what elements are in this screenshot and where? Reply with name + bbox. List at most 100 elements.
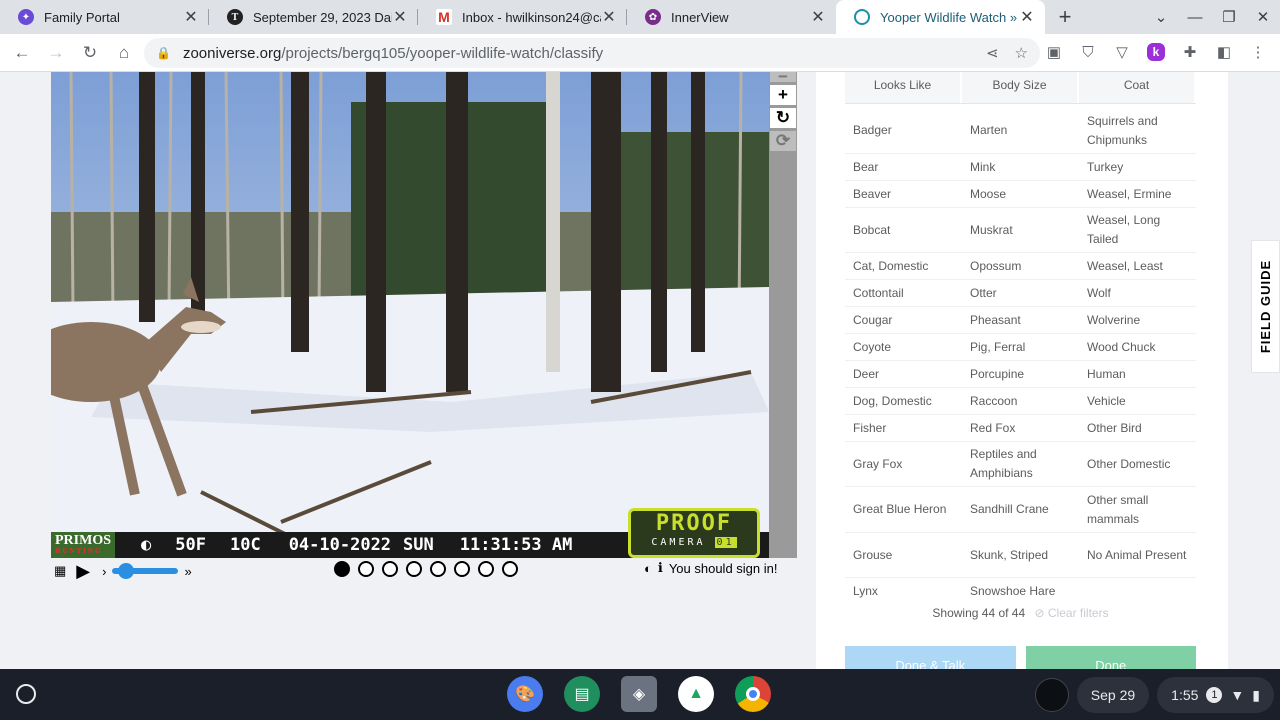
species-skunk-striped[interactable]: Skunk, Striped <box>962 533 1079 577</box>
species-bobcat[interactable]: Bobcat <box>845 208 962 252</box>
species-lynx[interactable]: Lynx <box>845 578 962 605</box>
minimize-icon[interactable]: — <box>1178 9 1212 26</box>
classroom-app-icon[interactable]: ▤ <box>564 676 600 712</box>
share-icon[interactable]: ⋖ <box>986 44 999 62</box>
field-guide-tab[interactable]: FIELD GUIDE <box>1251 240 1280 373</box>
fast-forward-icon[interactable]: » <box>184 564 191 579</box>
invert-colors-icon[interactable]: ◐ <box>644 561 652 576</box>
lock-icon[interactable]: 🔒 <box>156 46 171 60</box>
frame-dot[interactable] <box>334 561 350 577</box>
species-deer[interactable]: Deer <box>845 361 962 387</box>
species-moose[interactable]: Moose <box>962 181 1079 207</box>
speed-slider-thumb[interactable] <box>118 563 135 579</box>
done-button[interactable]: Done <box>1025 646 1196 669</box>
cube-app-icon[interactable]: ◈ <box>621 676 657 712</box>
species-cat-domestic[interactable]: Cat, Domestic <box>845 253 962 279</box>
play-icon[interactable]: ▶ <box>76 561 90 582</box>
k-extension-icon[interactable]: k <box>1147 43 1165 61</box>
species-turkey[interactable]: Turkey <box>1079 154 1196 180</box>
tab-gmail[interactable]: M Inbox - hwilkinson24@car ✕ <box>418 0 627 34</box>
grid-view-icon[interactable]: ▦ <box>54 563 66 579</box>
species-other-small-mammals[interactable]: Other small mammals <box>1079 487 1196 532</box>
species-bear[interactable]: Bear <box>845 154 962 180</box>
species-fisher[interactable]: Fisher <box>845 415 962 441</box>
species-muskrat[interactable]: Muskrat <box>962 208 1079 252</box>
species-weasel-ermine[interactable]: Weasel, Ermine <box>1079 181 1196 207</box>
extension-copy-icon[interactable]: ▣ <box>1040 38 1068 66</box>
species-weasel-least[interactable]: Weasel, Least <box>1079 253 1196 279</box>
species-snowshoe-hare[interactable]: Snowshoe Hare <box>962 578 1079 605</box>
species-great-blue-heron[interactable]: Great Blue Heron <box>845 487 962 532</box>
species-coyote[interactable]: Coyote <box>845 334 962 360</box>
species-dog-domestic[interactable]: Dog, Domestic <box>845 388 962 414</box>
date-pill[interactable]: Sep 29 <box>1076 677 1150 713</box>
species-cottontail[interactable]: Cottontail <box>845 280 962 306</box>
more-menu-icon[interactable]: ⋮ <box>1244 38 1272 66</box>
close-tab-icon[interactable]: ✕ <box>810 7 826 27</box>
filter-coat[interactable]: Coat <box>1079 72 1194 103</box>
species-red-fox[interactable]: Red Fox <box>962 415 1079 441</box>
species-wolf[interactable]: Wolf <box>1079 280 1196 306</box>
species-sandhill-crane[interactable]: Sandhill Crane <box>962 487 1079 532</box>
species-opossum[interactable]: Opossum <box>962 253 1079 279</box>
zoom-in-icon[interactable]: + <box>770 85 796 105</box>
google-drive-icon[interactable]: ▲ <box>678 676 714 712</box>
address-bar[interactable]: 🔒 zooniverse.org/projects/bergq105/yoope… <box>144 38 1040 68</box>
species-squirrels-and-chipmunks[interactable]: Squirrels and Chipmunks <box>1079 108 1196 153</box>
tab-search-chevron-icon[interactable]: ⌄ <box>1144 8 1178 26</box>
reload-icon[interactable]: ↻ <box>73 36 107 70</box>
zoom-out-icon[interactable]: − <box>770 72 796 86</box>
species-raccoon[interactable]: Raccoon <box>962 388 1079 414</box>
clear-filters-button[interactable]: ⊘ Clear filters <box>1035 606 1109 620</box>
new-tab-button[interactable]: + <box>1045 0 1085 34</box>
species-vehicle[interactable]: Vehicle <box>1079 388 1196 414</box>
frame-dot[interactable] <box>478 561 494 577</box>
tab-nyt[interactable]: T September 29, 2023 Daily ✕ <box>209 0 418 34</box>
frame-dot[interactable] <box>382 561 398 577</box>
species-otter[interactable]: Otter <box>962 280 1079 306</box>
frame-dot[interactable] <box>430 561 446 577</box>
shield-extension-icon[interactable]: ⛉ <box>1074 38 1102 66</box>
shield-outline-extension-icon[interactable]: ▽ <box>1108 38 1136 66</box>
species-wolverine[interactable]: Wolverine <box>1079 307 1196 333</box>
reset-view-icon[interactable]: ⟳ <box>770 131 796 151</box>
species-pheasant[interactable]: Pheasant <box>962 307 1079 333</box>
species-reptiles-and-amphibians[interactable]: Reptiles and Amphibians <box>962 442 1079 486</box>
quick-settings[interactable]: 1:55 1 ▼ ▮ <box>1157 677 1274 713</box>
species-gray-fox[interactable]: Gray Fox <box>845 442 962 486</box>
species-cougar[interactable]: Cougar <box>845 307 962 333</box>
puzzle-extensions-icon[interactable]: ✚ <box>1176 38 1204 66</box>
close-window-icon[interactable]: ✕ <box>1246 8 1280 26</box>
frame-dot[interactable] <box>454 561 470 577</box>
tab-family-portal[interactable]: ✦ Family Portal ✕ <box>0 0 209 34</box>
step-forward-icon[interactable]: › <box>102 564 106 579</box>
back-icon[interactable]: ← <box>5 36 39 70</box>
species-human[interactable]: Human <box>1079 361 1196 387</box>
filter-looks-like[interactable]: Looks Like <box>845 72 960 103</box>
forward-icon[interactable]: → <box>39 36 73 70</box>
chrome-icon[interactable] <box>735 676 771 712</box>
speed-slider[interactable] <box>112 563 179 579</box>
user-avatar[interactable] <box>1034 678 1069 712</box>
species-no-animal-present[interactable]: No Animal Present <box>1079 533 1196 577</box>
done-and-talk-button[interactable]: Done & Talk <box>845 646 1016 669</box>
filter-body-size[interactable]: Body Size <box>962 72 1077 103</box>
species-other-bird[interactable]: Other Bird <box>1079 415 1196 441</box>
palette-app-icon[interactable]: 🎨 <box>507 676 543 712</box>
species-wood-chuck[interactable]: Wood Chuck <box>1079 334 1196 360</box>
close-tab-icon[interactable]: ✕ <box>392 7 408 27</box>
species-pig-ferral[interactable]: Pig, Ferral <box>962 334 1079 360</box>
tab-yooper-wildlife-watch[interactable]: Yooper Wildlife Watch » C ✕ <box>836 0 1045 34</box>
close-tab-icon[interactable]: ✕ <box>183 7 199 27</box>
frame-dot[interactable] <box>502 561 518 577</box>
species-other-domestic[interactable]: Other Domestic <box>1079 442 1196 486</box>
species-beaver[interactable]: Beaver <box>845 181 962 207</box>
species-mink[interactable]: Mink <box>962 154 1079 180</box>
info-icon[interactable]: ℹ <box>658 560 663 576</box>
bookmark-star-icon[interactable]: ☆ <box>1015 44 1028 62</box>
tab-innerview[interactable]: ✿ InnerView ✕ <box>627 0 836 34</box>
species-grouse[interactable]: Grouse <box>845 533 962 577</box>
frame-dot[interactable] <box>358 561 374 577</box>
restore-icon[interactable]: ❐ <box>1212 8 1246 26</box>
subject-image[interactable] <box>51 72 769 558</box>
